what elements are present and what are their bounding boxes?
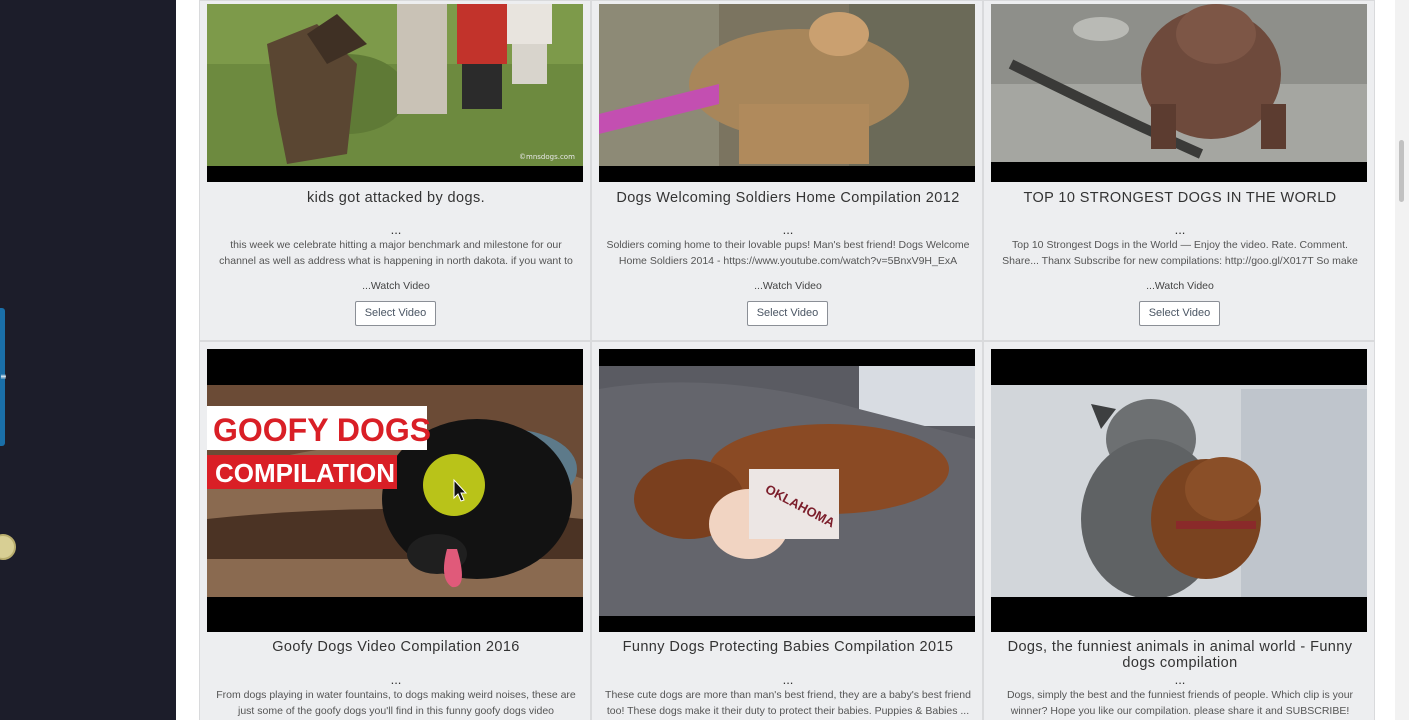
video-description: From dogs playing in water fountains, to…	[216, 689, 576, 717]
watch-video-link[interactable]: ...Watch Video	[984, 280, 1376, 292]
menu-icon: ≡	[0, 372, 7, 381]
watch-video-link[interactable]: ...Watch Video	[200, 280, 592, 292]
video-title: Dogs Welcoming Soldiers Home Compilation…	[616, 190, 960, 206]
select-video-button[interactable]: Select Video	[1139, 301, 1220, 326]
video-thumbnail[interactable]	[991, 4, 1367, 182]
title-ellipsis: ...	[1174, 672, 1186, 687]
video-card: ©mnsdogs.com kids got attacked by dogs. …	[199, 0, 591, 341]
watch-video-link[interactable]: ...Watch Video	[592, 280, 984, 292]
video-thumbnail[interactable]	[991, 349, 1367, 632]
video-card: GOOFY DOGS COMPILATION Goofy Dogs Video …	[199, 341, 591, 720]
left-sidebar-panel: ≡	[0, 0, 176, 720]
video-title: TOP 10 STRONGEST DOGS IN THE WORLD	[1023, 190, 1337, 206]
title-ellipsis: ...	[1174, 222, 1186, 237]
title-ellipsis: ...	[782, 672, 794, 687]
video-title: kids got attacked by dogs.	[306, 190, 486, 206]
video-description: Top 10 Strongest Dogs in the World — Enj…	[1002, 239, 1358, 267]
video-description: this week we celebrate hitting a major b…	[219, 239, 573, 267]
select-video-button[interactable]: Select Video	[355, 301, 436, 326]
video-card: TOP 10 STRONGEST DOGS IN THE WORLD ... T…	[983, 0, 1375, 341]
title-ellipsis: ...	[390, 672, 402, 687]
video-description: Dogs, simply the best and the funniest f…	[1006, 689, 1354, 717]
vertical-scrollbar[interactable]	[1395, 0, 1409, 720]
video-card: OKLAHOMA Funny Dogs Protecting Babies Co…	[591, 341, 983, 720]
watermark-text: ©mnsdogs.com	[519, 153, 575, 161]
overlay-title-line2: COMPILATION	[215, 458, 395, 488]
video-description: These cute dogs are more than man's best…	[605, 689, 971, 717]
video-title: Goofy Dogs Video Compilation 2016	[272, 639, 520, 655]
title-ellipsis: ...	[782, 222, 794, 237]
video-card: Dogs, the funniest animals in animal wor…	[983, 341, 1375, 720]
scrollbar-thumb[interactable]	[1399, 140, 1404, 202]
video-card: Dogs Welcoming Soldiers Home Compilation…	[591, 0, 983, 341]
title-ellipsis: ...	[390, 222, 402, 237]
video-title: Dogs, the funniest animals in animal wor…	[1007, 639, 1353, 671]
video-thumbnail[interactable]: ©mnsdogs.com	[207, 4, 583, 182]
overlay-title-line1: GOOFY DOGS	[213, 412, 431, 448]
select-video-button[interactable]: Select Video	[747, 301, 828, 326]
video-description: Soldiers coming home to their lovable pu…	[606, 239, 970, 267]
video-grid: ©mnsdogs.com kids got attacked by dogs. …	[176, 0, 1395, 720]
video-thumbnail[interactable]	[599, 4, 975, 182]
video-thumbnail[interactable]: GOOFY DOGS COMPILATION	[207, 349, 583, 632]
video-title: Funny Dogs Protecting Babies Compilation…	[622, 639, 954, 655]
video-thumbnail[interactable]: OKLAHOMA	[599, 349, 975, 632]
cursor-highlight-icon	[0, 534, 16, 560]
